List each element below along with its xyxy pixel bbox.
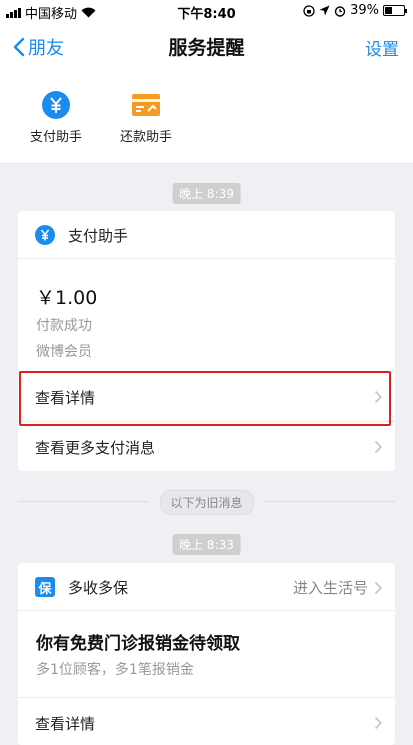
location-icon <box>319 5 330 16</box>
view-details-row[interactable]: 查看详情 <box>18 697 395 745</box>
enter-life-account-label: 进入生活号 <box>292 579 368 597</box>
old-messages-divider: 以下为旧消息 <box>159 490 254 515</box>
timestamp-chip: 晚上 8:39 <box>172 183 241 204</box>
card-title: 支付助手 <box>68 227 129 245</box>
insurance-badge-text: 保 <box>38 582 52 597</box>
navigation-bar: 朋友 服务提醒 设置 <box>0 22 413 70</box>
assistant-shortcuts: 支付助手 还款助手 <box>0 70 413 164</box>
payment-item: 微博会员 <box>36 344 92 360</box>
card-header: 保 多收多保 进入生活号 <box>18 563 395 611</box>
divider-line <box>265 501 395 502</box>
card-title: 多收多保 <box>68 579 129 597</box>
enter-life-account-button[interactable]: 进入生活号 <box>293 577 383 598</box>
payment-amount: ￥1.00 <box>36 287 98 309</box>
assistant-pay[interactable]: 支付助手 <box>11 90 101 145</box>
assistant-repay[interactable]: 还款助手 <box>101 90 191 145</box>
more-payment-messages-row[interactable]: 查看更多支付消息 <box>18 421 395 471</box>
assistant-repay-label: 还款助手 <box>119 130 172 145</box>
assistant-pay-label: 支付助手 <box>29 130 82 145</box>
payment-message-card: 支付助手 ￥1.00 付款成功 微博会员 查看详情 查看更多支付消息 <box>18 211 395 471</box>
chevron-left-icon <box>13 37 25 57</box>
view-details-row[interactable]: 查看详情 <box>18 371 395 421</box>
divider-line <box>18 501 148 502</box>
chevron-right-icon <box>374 390 383 404</box>
message-subtext: 多1位顾客，多1笔报销金 <box>36 662 194 678</box>
view-details-label: 查看详情 <box>35 715 96 733</box>
rotation-lock-icon <box>303 4 315 17</box>
battery-icon <box>383 5 407 16</box>
alarm-icon <box>334 5 346 17</box>
view-details-label: 查看详情 <box>35 389 96 407</box>
card-header: 支付助手 <box>18 211 395 259</box>
back-button[interactable]: 朋友 <box>12 34 64 60</box>
timestamp-chip: 晚上 8:33 <box>172 534 241 555</box>
more-payment-messages-label: 查看更多支付消息 <box>35 439 156 457</box>
chevron-right-icon <box>374 581 383 594</box>
status-bar: 中国移动 下午8:40 39% <box>0 0 413 22</box>
chevron-right-icon <box>374 716 383 730</box>
settings-button[interactable]: 设置 <box>365 35 399 60</box>
payment-status: 付款成功 <box>36 318 92 334</box>
card-repay-icon <box>132 94 160 116</box>
yuan-circle-icon <box>35 225 55 245</box>
battery-percent: 39% <box>350 3 379 18</box>
back-label: 朋友 <box>28 38 64 59</box>
chevron-right-icon <box>374 440 383 454</box>
message-headline: 你有免费门诊报销金待领取 <box>36 634 240 654</box>
yuan-circle-icon <box>42 91 70 119</box>
service-message-card: 保 多收多保 进入生活号 你有免费门诊报销金待领取 多1位顾客，多1笔报销金 查… <box>18 563 395 745</box>
